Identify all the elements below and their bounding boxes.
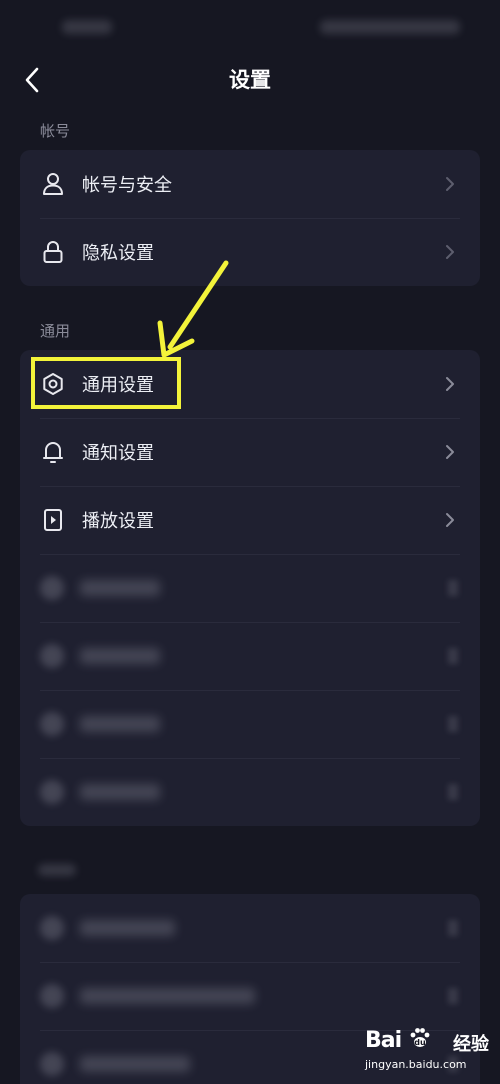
chevron-right-icon bbox=[440, 442, 460, 462]
watermark-url: jingyan.baidu.com bbox=[365, 1058, 467, 1071]
blurred-section-label bbox=[38, 864, 76, 876]
blurred-settings-item[interactable] bbox=[20, 622, 480, 690]
blurred-icon bbox=[40, 712, 64, 736]
chevron-right-icon bbox=[440, 374, 460, 394]
blurred-settings-item[interactable] bbox=[20, 554, 480, 622]
chevron-right-icon bbox=[440, 242, 460, 262]
settings-item-account-security[interactable]: 帐号与安全 bbox=[20, 150, 480, 218]
bell-icon bbox=[40, 439, 66, 465]
general-card: 通用设置 通知设置 播放设置 bbox=[20, 350, 480, 826]
blurred-settings-item[interactable] bbox=[20, 758, 480, 826]
blurred-label bbox=[80, 920, 175, 936]
chevron-right-icon bbox=[440, 510, 460, 530]
blurred-chevron bbox=[448, 784, 458, 800]
blurred-label bbox=[80, 784, 160, 800]
blurred-settings-item[interactable] bbox=[20, 894, 480, 962]
baidu-jingyan-watermark: Bai du 经验 jingyan.baidu.com bbox=[365, 1026, 490, 1078]
settings-item-label: 通用设置 bbox=[82, 375, 154, 396]
watermark-logo-text: Bai bbox=[365, 1028, 402, 1053]
settings-item-privacy[interactable]: 隐私设置 bbox=[20, 218, 480, 286]
section-label-general: 通用 bbox=[40, 322, 71, 340]
gear-icon bbox=[40, 371, 66, 397]
user-icon bbox=[40, 171, 66, 197]
status-bar bbox=[0, 0, 500, 50]
play-device-icon bbox=[40, 507, 66, 533]
settings-item-label: 帐号与安全 bbox=[82, 175, 172, 196]
blurred-settings-item[interactable] bbox=[20, 690, 480, 758]
blurred-label bbox=[80, 716, 160, 732]
chevron-right-icon bbox=[440, 174, 460, 194]
blurred-chevron bbox=[448, 648, 458, 664]
blurred-icon bbox=[40, 576, 64, 600]
blurred-chevron bbox=[448, 920, 458, 936]
settings-item-label: 通知设置 bbox=[82, 443, 154, 464]
lock-icon bbox=[40, 239, 66, 265]
section-label-account: 帐号 bbox=[40, 122, 71, 140]
settings-item-general-settings[interactable]: 通用设置 bbox=[20, 350, 480, 418]
blurred-label bbox=[80, 648, 160, 664]
blurred-icon bbox=[40, 1052, 64, 1076]
blurred-icon bbox=[40, 916, 64, 940]
settings-item-label: 播放设置 bbox=[82, 511, 154, 532]
watermark-jingyan-text: 经验 bbox=[453, 1034, 489, 1055]
blurred-settings-item[interactable] bbox=[20, 962, 480, 1030]
settings-item-playback[interactable]: 播放设置 bbox=[20, 486, 480, 554]
account-card: 帐号与安全 隐私设置 bbox=[20, 150, 480, 286]
settings-item-label: 隐私设置 bbox=[82, 243, 154, 264]
settings-item-notifications[interactable]: 通知设置 bbox=[20, 418, 480, 486]
blurred-chevron bbox=[448, 580, 458, 596]
blurred-chevron bbox=[448, 988, 458, 1004]
blurred-chevron bbox=[448, 716, 458, 732]
status-time-blurred bbox=[62, 20, 112, 34]
blurred-icon bbox=[40, 780, 64, 804]
blurred-icon bbox=[40, 644, 64, 668]
status-icons-blurred bbox=[320, 20, 460, 34]
page-title: 设置 bbox=[229, 68, 271, 92]
settings-screen: 设置 帐号 帐号与安全 隐私设置 通用 通用设置 通知设置 播放设置 Bai d… bbox=[0, 0, 500, 1084]
nav-bar: 设置 bbox=[0, 50, 500, 110]
blurred-label bbox=[80, 988, 255, 1004]
blurred-icon bbox=[40, 984, 64, 1008]
blurred-label bbox=[80, 1056, 190, 1072]
svg-text:du: du bbox=[414, 1038, 426, 1047]
paw-icon: du bbox=[410, 1028, 430, 1047]
blurred-label bbox=[80, 580, 160, 596]
